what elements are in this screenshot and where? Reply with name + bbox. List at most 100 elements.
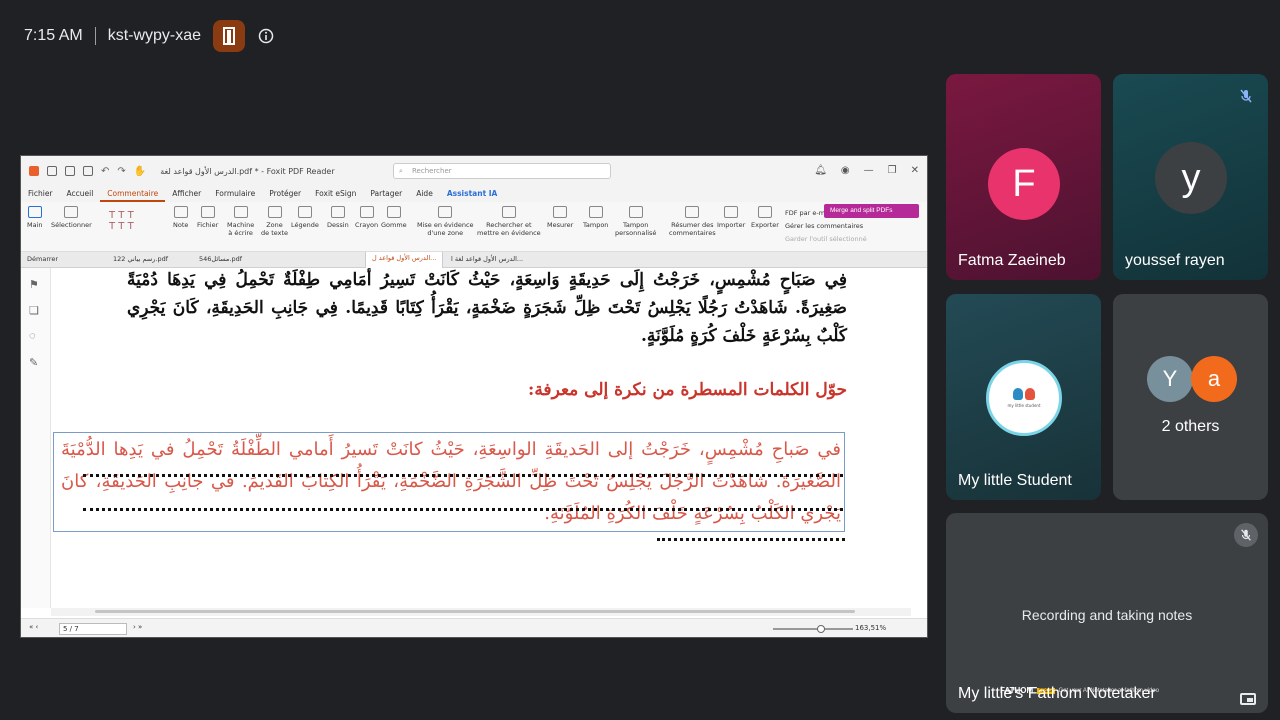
- export-button[interactable]: Exporter: [751, 206, 779, 229]
- answer-textbox[interactable]: في صَباحِ مُشْمِسٍ، خَرَجْتُ إلى الحَديق…: [61, 434, 841, 530]
- typewriter-icon: [233, 206, 248, 218]
- menu-assistant-ia[interactable]: Assistant IA: [440, 186, 505, 202]
- comments-icon[interactable]: ◌: [29, 330, 36, 342]
- picture-in-picture-icon[interactable]: [1240, 693, 1256, 705]
- answer-line-1: [83, 474, 843, 477]
- eraser-icon: [386, 206, 401, 218]
- measure-icon: [553, 206, 568, 218]
- open-icon[interactable]: [47, 166, 57, 176]
- zoom-knob[interactable]: [817, 625, 825, 633]
- search-input[interactable]: ⌕ Rechercher: [393, 163, 611, 179]
- merge-split-button[interactable]: Merge and split PDFs: [824, 204, 919, 218]
- drawing-button[interactable]: Dessin: [327, 206, 349, 229]
- export-label: Exporter: [751, 221, 779, 229]
- menu-commentaire[interactable]: Commentaire: [100, 186, 166, 202]
- tab-lesson-active[interactable]: الدرس الأول قواعد ل...: [365, 252, 444, 268]
- save-icon[interactable]: [65, 166, 75, 176]
- eraser-button[interactable]: Gomme: [381, 206, 407, 229]
- avatar: a: [1191, 356, 1237, 402]
- import-label: Importer: [717, 221, 746, 229]
- file-label: Fichier: [197, 221, 219, 229]
- divider: [94, 27, 96, 45]
- manage-comments-link[interactable]: Gérer les commentaires: [785, 222, 863, 230]
- logo-text: my little student: [1007, 403, 1041, 408]
- close-icon[interactable]: ✕: [911, 165, 919, 176]
- pencil-icon: [359, 206, 374, 218]
- bookmark-icon[interactable]: ⚑: [29, 278, 39, 291]
- page-number-input[interactable]: 5 / 7: [59, 623, 127, 635]
- highlight-label-2: d'une zone: [427, 229, 464, 237]
- menu-afficher[interactable]: Afficher: [165, 186, 208, 202]
- mic-off-icon: [1234, 523, 1258, 547]
- zoom-level[interactable]: 163,51%: [855, 624, 886, 632]
- undo-icon[interactable]: ↶: [101, 166, 109, 177]
- textbox-label-2: de texte: [261, 229, 289, 237]
- others-count: 2 others: [1161, 418, 1220, 435]
- menu-formulaire[interactable]: Formulaire: [208, 186, 262, 202]
- hand-button[interactable]: Main: [27, 206, 43, 229]
- app-titlebar: ↶ ↷ ✋ الدرس الأول قواعد لغة.pdf * - Foxi…: [21, 156, 927, 186]
- pages-icon[interactable]: ❏: [29, 304, 39, 317]
- file-attach-button[interactable]: Fichier: [197, 206, 218, 229]
- attachment-icon[interactable]: ✎: [29, 356, 38, 369]
- restore-icon[interactable]: ❐: [888, 165, 897, 176]
- note-button[interactable]: Note: [173, 206, 188, 229]
- info-icon[interactable]: [257, 27, 275, 45]
- summarize-comments-button[interactable]: Résumer des commentaires: [669, 206, 716, 237]
- redo-icon[interactable]: ↷: [117, 166, 125, 177]
- pencil-label: Crayon: [355, 221, 379, 229]
- page-nav-icons[interactable]: « ‹: [29, 623, 38, 631]
- menu-fichier[interactable]: Fichier: [21, 186, 60, 202]
- pencil-button[interactable]: Crayon: [355, 206, 378, 229]
- app-title: الدرس الأول قواعد لغة.pdf * - Foxit PDF …: [160, 166, 335, 176]
- custom-stamp-label-2: personnalisé: [615, 229, 657, 237]
- menu-partager[interactable]: Partager: [363, 186, 409, 202]
- custom-stamp-label-1: Tampon: [622, 221, 649, 229]
- zoom-slider[interactable]: [773, 625, 853, 633]
- bell-icon[interactable]: 🔔︎: [814, 165, 827, 176]
- import-button[interactable]: Importer: [717, 206, 745, 229]
- menu-proteger[interactable]: Protéger: [262, 186, 308, 202]
- participant-tile-fathom-notetaker[interactable]: Recording and taking notes FATHOM FREE G…: [946, 513, 1268, 713]
- summary-icon: [685, 206, 700, 218]
- tab-lesson-2[interactable]: الدرس الأول قواعد لغة ا...: [451, 255, 523, 263]
- area-highlight-button[interactable]: Mise en évidence d'une zone: [417, 206, 474, 237]
- minimize-icon[interactable]: —: [864, 165, 874, 176]
- measure-button[interactable]: Mesurer: [547, 206, 573, 229]
- participant-name: youssef rayen: [1125, 252, 1225, 269]
- select-button[interactable]: Sélectionner: [51, 206, 92, 229]
- search-highlight-button[interactable]: Rechercher et mettre en évidence: [477, 206, 541, 237]
- text-tools[interactable]: T T TT T T: [109, 210, 134, 232]
- participant-tile-my-little-student[interactable]: my little student My little Student: [946, 294, 1101, 500]
- menu-foxit-esign[interactable]: Foxit eSign: [308, 186, 363, 202]
- horizontal-scrollbar[interactable]: [51, 608, 911, 616]
- callout-button[interactable]: Légende: [291, 206, 319, 229]
- participant-tile-others[interactable]: Y a 2 others: [1113, 294, 1268, 500]
- hand-tool-icon[interactable]: ✋: [134, 166, 146, 177]
- scroll-thumb[interactable]: [95, 610, 855, 613]
- participant-tile-youssef[interactable]: y youssef rayen: [1113, 74, 1268, 280]
- avatar: Y: [1147, 356, 1193, 402]
- tab-chart-pdf[interactable]: رسم بياني 122.pdf: [113, 255, 168, 263]
- menu-aide[interactable]: Aide: [409, 186, 440, 202]
- page-nav-next-icons[interactable]: › »: [133, 623, 142, 631]
- custom-stamp-button[interactable]: Tampon personnalisé: [615, 206, 656, 237]
- ribbon-toolbar: Main Sélectionner T T TT T T Note Fichie…: [21, 202, 927, 252]
- typewriter-button[interactable]: Machine à écrire: [227, 206, 254, 237]
- tab-start[interactable]: Démarrer: [27, 255, 58, 263]
- tab-problems-pdf[interactable]: مسائل546.pdf: [199, 255, 242, 263]
- print-icon[interactable]: [83, 166, 93, 176]
- door-icon[interactable]: [213, 20, 246, 52]
- summary-label-2: commentaires: [669, 229, 716, 237]
- stamp-button[interactable]: Tampon: [583, 206, 608, 229]
- textbox-button[interactable]: Zone de texte: [261, 206, 288, 237]
- search-icon: ⌕: [399, 167, 403, 175]
- participant-tile-fatma[interactable]: F Fatma Zaeineb: [946, 74, 1101, 280]
- shared-screen: ↶ ↷ ✋ الدرس الأول قواعد لغة.pdf * - Foxi…: [20, 155, 928, 638]
- search-highlight-label-1: Rechercher et: [486, 221, 532, 229]
- user-icon[interactable]: ◉: [841, 165, 850, 176]
- menu-accueil[interactable]: Accueil: [60, 186, 101, 202]
- my-little-student-logo: my little student: [986, 360, 1062, 436]
- search-highlight-label-2: mettre en évidence: [477, 229, 541, 237]
- keep-tool-option[interactable]: Garder l'outil sélectionné: [785, 235, 867, 243]
